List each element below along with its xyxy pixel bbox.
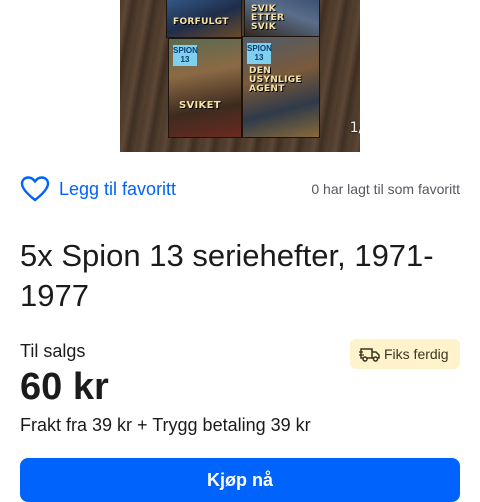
add-favorite-link[interactable]: Legg til favoritt <box>59 179 176 200</box>
fiks-ferdig-badge: Fiks ferdig <box>350 339 460 369</box>
magazine-cover-title: SVIKET <box>179 100 221 111</box>
favorite-count: 0 har lagt til som favoritt <box>311 181 460 197</box>
shipping-info: Frakt fra 39 kr + Trygg betaling 39 kr <box>20 415 311 435</box>
magazine-cover-title: DEN USYNLIGE AGENT <box>249 66 302 94</box>
magazine-logo: SPION 13 <box>173 45 198 66</box>
product-image[interactable]: FORFULGT SVIK ETTER SVIK SPION 13 SVIKET… <box>120 0 360 152</box>
image-counter: 1/1 <box>349 120 360 136</box>
badge-label: Fiks ferdig <box>384 346 449 362</box>
listing-status: Til salgs <box>20 341 86 361</box>
buy-now-button[interactable]: Kjøp nå <box>20 458 460 502</box>
magazine-cover-title: FORFULGT <box>173 17 229 27</box>
magazine-cover-3: SPION 13 SVIKET <box>168 38 242 138</box>
magazine-cover-4: SPION 13 DEN USYNLIGE AGENT <box>242 36 320 138</box>
heart-icon[interactable] <box>20 175 50 203</box>
magazine-cover-title: SVIK ETTER SVIK <box>251 4 285 32</box>
listing-title: 5x Spion 13 seriehefter, 1971-1977 <box>20 238 434 313</box>
magazine-cover-1: FORFULGT <box>166 0 242 38</box>
magazine-logo: SPION 13 <box>247 43 272 64</box>
price: 60 kr <box>20 366 109 408</box>
favorite-row: Legg til favoritt 0 har lagt til som fav… <box>20 172 460 206</box>
delivery-truck-icon <box>359 348 380 362</box>
magazine-cover-2: SVIK ETTER SVIK <box>244 0 320 38</box>
